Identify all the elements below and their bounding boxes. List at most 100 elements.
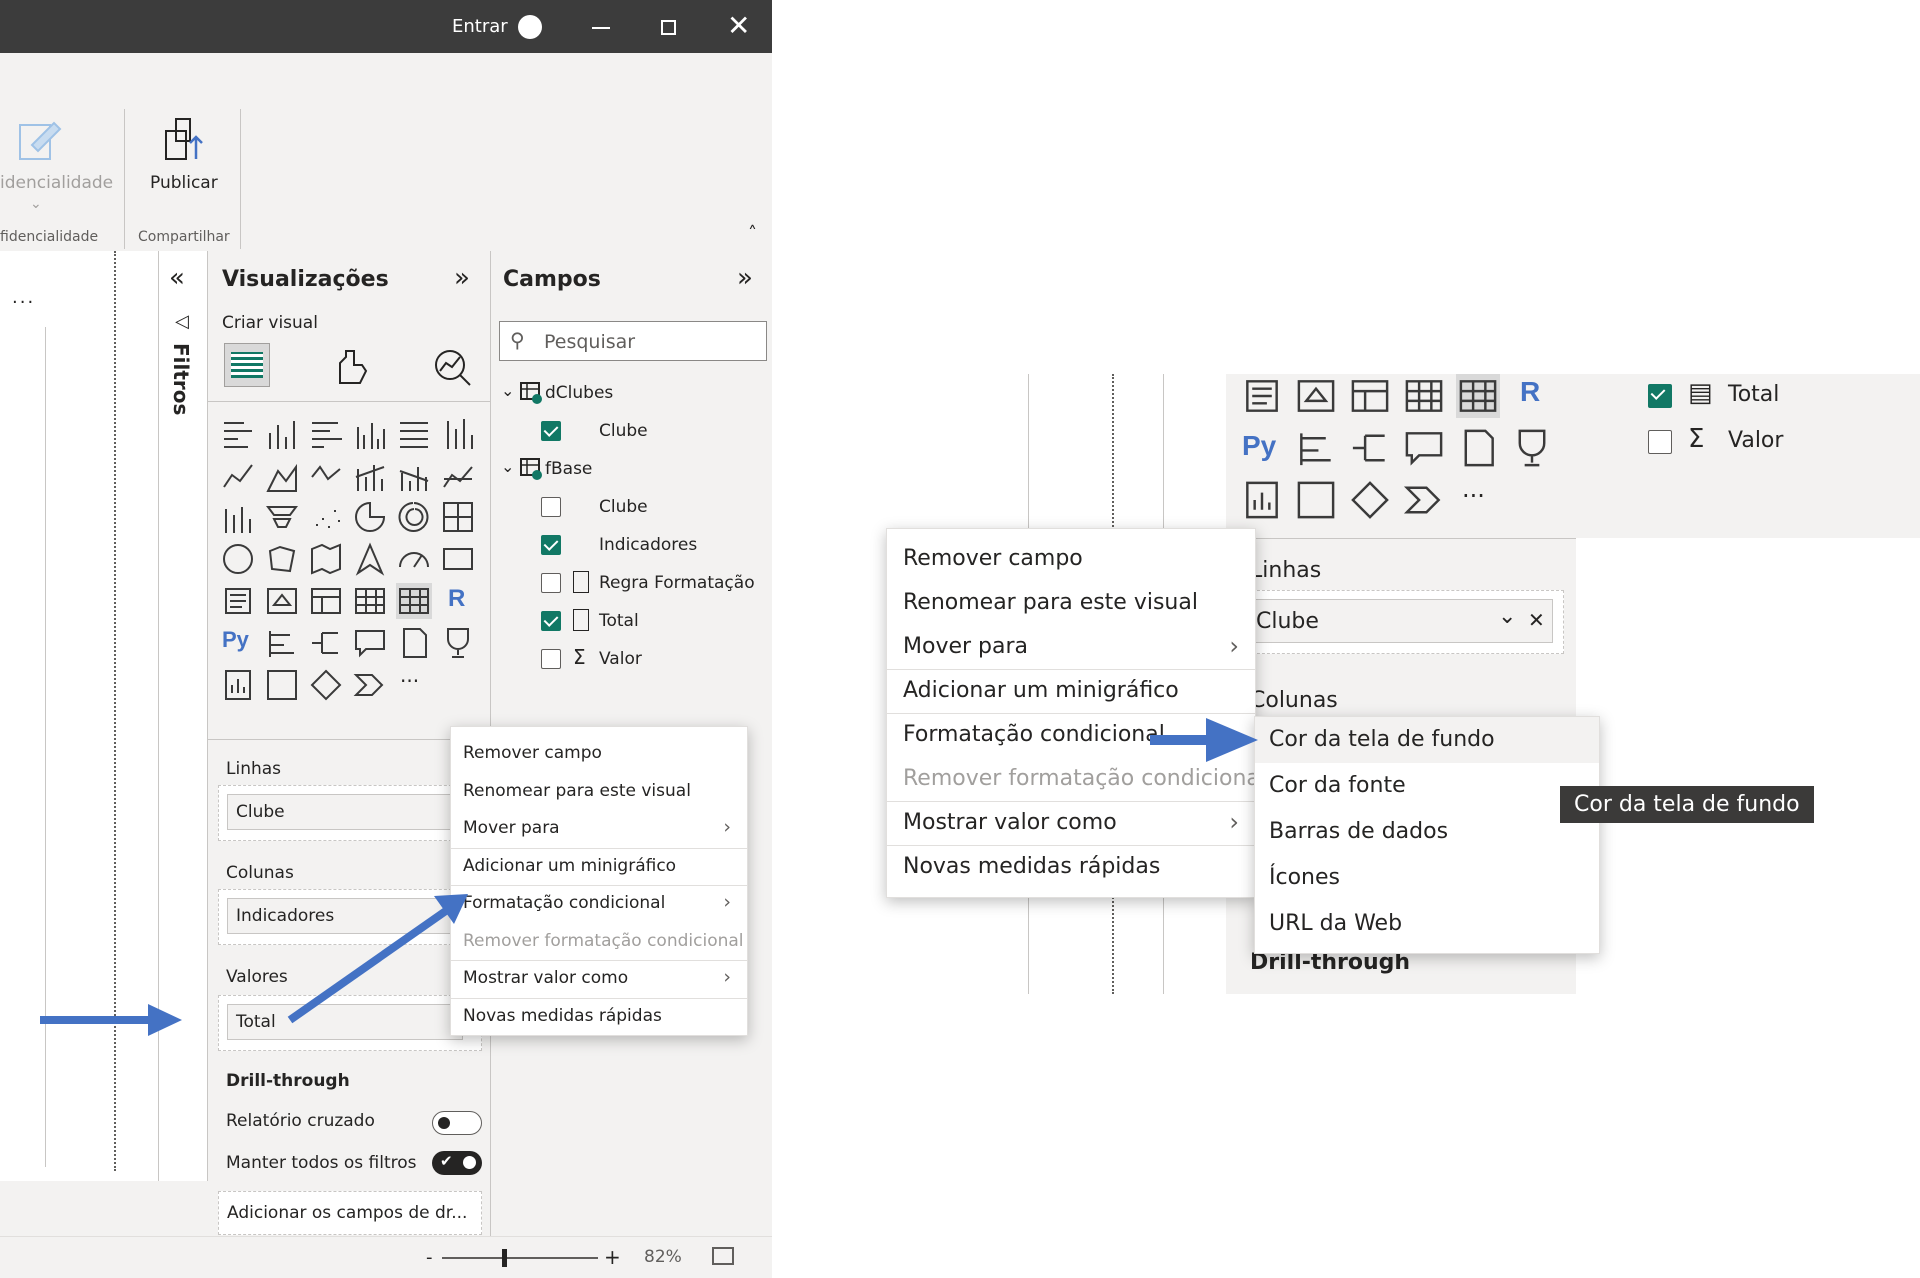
- table-icon[interactable]: [1240, 374, 1284, 418]
- context-menu-item[interactable]: Remover campo: [463, 743, 602, 763]
- goals-icon[interactable]: [440, 625, 476, 661]
- decomposition-tree-icon[interactable]: [1348, 426, 1392, 470]
- paginated-report-icon[interactable]: [1456, 426, 1500, 470]
- rows-field-pill[interactable]: Clube: [227, 794, 463, 830]
- zoom-context-menu-item[interactable]: Formatação condicional: [903, 722, 1165, 747]
- cross-report-toggle[interactable]: [432, 1111, 482, 1135]
- remove-field-icon[interactable]: ✕: [1528, 608, 1545, 632]
- stacked-column-icon[interactable]: [264, 415, 300, 451]
- table-icon[interactable]: [1402, 374, 1446, 418]
- zoom-context-menu-item[interactable]: Adicionar um minigráfico: [903, 678, 1179, 703]
- zoom-rows-well[interactable]: Clube ⌄ ✕: [1242, 590, 1564, 654]
- field-checkbox[interactable]: [541, 535, 561, 555]
- submenu-item[interactable]: Ícones: [1255, 855, 1599, 901]
- field-checkbox[interactable]: [541, 497, 561, 517]
- field-item[interactable]: Regra Formatação: [531, 569, 771, 599]
- zoom-field-item[interactable]: Σ Valor: [1648, 422, 1908, 462]
- powerapps-icon[interactable]: [308, 667, 344, 703]
- field-checkbox[interactable]: [541, 573, 561, 593]
- shape-map-icon[interactable]: [308, 541, 344, 577]
- clustered-bar-icon[interactable]: [308, 415, 344, 451]
- zoom-context-menu-item[interactable]: Mostrar valor como: [903, 810, 1117, 835]
- format-visual-icon[interactable]: [332, 347, 372, 387]
- more-options-icon[interactable]: ...: [12, 287, 35, 308]
- key-influencers-icon[interactable]: [1294, 426, 1338, 470]
- field-checkbox[interactable]: [541, 421, 561, 441]
- zoom-slider-thumb[interactable]: [502, 1249, 507, 1267]
- gauge-icon[interactable]: [396, 541, 432, 577]
- kpi-icon[interactable]: [1294, 374, 1338, 418]
- context-menu-item[interactable]: Mover para: [463, 818, 560, 838]
- more-visuals-icon[interactable]: ···: [1456, 478, 1500, 522]
- line-clustered-icon[interactable]: [396, 457, 432, 493]
- restore-icon[interactable]: [661, 20, 676, 35]
- r-visual-icon[interactable]: R: [1510, 374, 1554, 418]
- close-icon[interactable]: ✕: [727, 10, 750, 42]
- paginated-report-icon[interactable]: [396, 625, 432, 661]
- stacked-bar-icon[interactable]: [220, 415, 256, 451]
- build-visual-tab[interactable]: [224, 343, 270, 387]
- goals-icon[interactable]: [1510, 426, 1554, 470]
- qa-icon[interactable]: [352, 625, 388, 661]
- zoom-context-menu-item[interactable]: Novas medidas rápidas: [903, 854, 1160, 879]
- context-menu-item[interactable]: Renomear para este visual: [463, 781, 691, 801]
- power-automate-icon[interactable]: [352, 667, 388, 703]
- zoom-field-item[interactable]: ▤ Total: [1648, 376, 1908, 416]
- line-column-icon[interactable]: [352, 457, 388, 493]
- collapse-viz-icon[interactable]: »: [454, 263, 470, 293]
- table-icon[interactable]: [352, 583, 388, 619]
- sensitivity-button[interactable]: idencialidade: [0, 173, 113, 193]
- r-visual-icon[interactable]: R: [440, 583, 476, 619]
- key-influencers-icon[interactable]: [264, 625, 300, 661]
- collapse-ribbon-icon[interactable]: ˄: [748, 223, 757, 244]
- card-icon[interactable]: [440, 541, 476, 577]
- matrix-icon[interactable]: [1456, 374, 1500, 418]
- context-menu-item[interactable]: Adicionar um minigráfico: [463, 856, 676, 876]
- publish-button[interactable]: Publicar: [150, 173, 218, 193]
- keep-filters-toggle[interactable]: ✔: [432, 1151, 482, 1175]
- submenu-item[interactable]: Cor da tela de fundo: [1255, 717, 1599, 763]
- field-checkbox[interactable]: [541, 649, 561, 669]
- treemap-icon[interactable]: [440, 499, 476, 535]
- matrix-icon[interactable]: [396, 583, 432, 619]
- power-automate-icon[interactable]: [1402, 478, 1446, 522]
- map-icon[interactable]: [220, 541, 256, 577]
- chevron-down-icon[interactable]: ⌄: [1498, 604, 1516, 629]
- submenu-item[interactable]: Cor da fonte: [1255, 763, 1599, 809]
- zoom-context-menu-item[interactable]: Renomear para este visual: [903, 590, 1198, 615]
- analytics-icon[interactable]: [432, 347, 472, 387]
- rows-well[interactable]: Clube: [218, 785, 482, 841]
- multirow-card-icon[interactable]: [220, 583, 256, 619]
- table-node[interactable]: ⌄ dClubes: [501, 379, 761, 409]
- decomposition-tree-icon[interactable]: [308, 625, 344, 661]
- 100-bar-icon[interactable]: [396, 415, 432, 451]
- pie-chart-icon[interactable]: [352, 499, 388, 535]
- zoom-slider-track[interactable]: [442, 1257, 598, 1259]
- collapse-fields-icon[interactable]: »: [737, 263, 753, 293]
- submenu-item[interactable]: URL da Web: [1255, 901, 1599, 947]
- area-chart-icon[interactable]: [264, 457, 300, 493]
- slicer-icon[interactable]: [1348, 374, 1392, 418]
- slicer-icon[interactable]: [308, 583, 344, 619]
- smart-narrative-icon[interactable]: [220, 667, 256, 703]
- stacked-area-icon[interactable]: [308, 457, 344, 493]
- kpi-icon[interactable]: [264, 583, 300, 619]
- more-visuals-icon[interactable]: ···: [396, 667, 432, 703]
- zoom-out-button[interactable]: -: [426, 1247, 433, 1268]
- field-checkbox[interactable]: [541, 611, 561, 631]
- clustered-column-icon[interactable]: [352, 415, 388, 451]
- python-visual-icon[interactable]: Py: [220, 625, 256, 661]
- avatar-icon[interactable]: [518, 15, 542, 39]
- fit-page-icon[interactable]: [712, 1247, 734, 1265]
- waterfall-icon[interactable]: [220, 499, 256, 535]
- submenu-item[interactable]: Barras de dados: [1255, 809, 1599, 855]
- zoom-field-checkbox[interactable]: [1648, 430, 1672, 454]
- python-visual-icon[interactable]: Py: [1240, 426, 1284, 470]
- donut-chart-icon[interactable]: [396, 499, 432, 535]
- smart-narrative-icon[interactable]: [1240, 478, 1284, 522]
- qa-icon[interactable]: [1402, 426, 1446, 470]
- zoom-field-checkbox[interactable]: [1648, 384, 1672, 408]
- table-node[interactable]: ⌄ fBase: [501, 455, 761, 485]
- 100-column-icon[interactable]: [440, 415, 476, 451]
- field-item[interactable]: Clube: [531, 417, 771, 447]
